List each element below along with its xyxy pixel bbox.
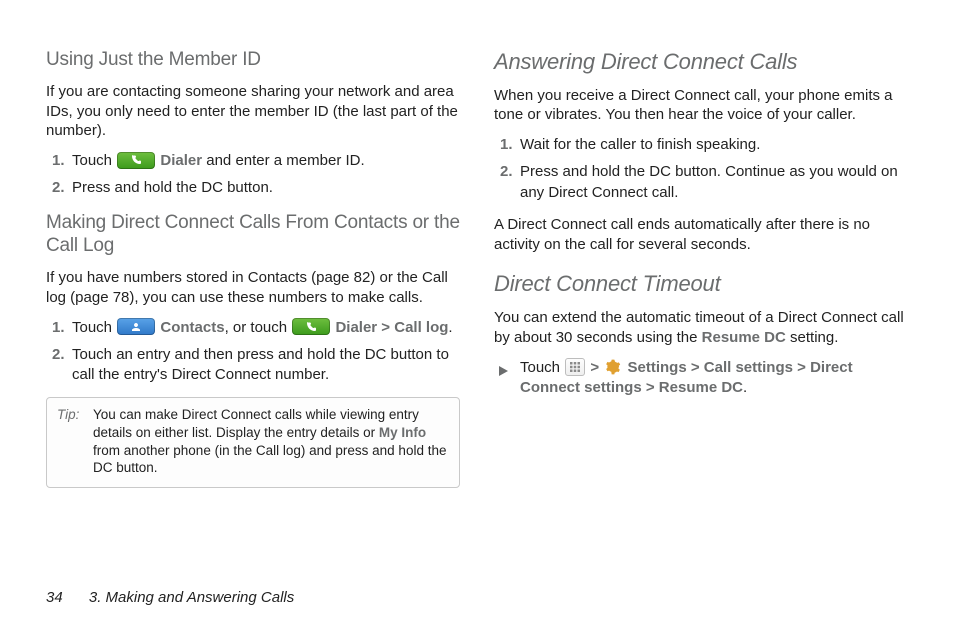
dialer-icon [292, 318, 330, 335]
contacts-label: Contacts [160, 319, 224, 336]
step-text: Touch [72, 152, 116, 169]
dialer-label: Dialer [160, 152, 202, 169]
heading-member-id: Using Just the Member ID [46, 48, 460, 72]
heading-timeout: Direct Connect Timeout [494, 270, 908, 298]
breadcrumb-separator: > [377, 319, 394, 336]
tip-body: You can make Direct Connect calls while … [93, 406, 449, 476]
step-text: Touch [520, 359, 564, 376]
para-answering-intro: When you receive a Direct Connect call, … [494, 86, 908, 126]
step-text: Touch [72, 319, 116, 336]
step-text-mid: , or touch [225, 319, 292, 336]
dialer-icon [117, 152, 155, 169]
call-settings-label: Call settings [704, 359, 793, 376]
para-from-contacts-intro: If you have numbers stored in Contacts (… [46, 268, 460, 308]
call-log-label: Call log [394, 319, 448, 336]
triangle-bullet-icon [499, 362, 508, 382]
step-timeout-path: Touch > Settings > Call settings > Direc… [494, 358, 908, 399]
steps-member-id: Touch Dialer and enter a member ID. Pres… [46, 151, 460, 199]
breadcrumb-separator: > [793, 359, 810, 376]
tip-text-b: from another phone (in the Call log) and… [93, 443, 446, 476]
page-footer: 34 3. Making and Answering Calls [46, 589, 294, 606]
para-text-b: setting. [786, 329, 839, 346]
page-columns: Using Just the Member ID If you are cont… [46, 48, 908, 568]
step-member-id-1: Touch Dialer and enter a member ID. [46, 151, 460, 171]
tip-box: Tip: You can make Direct Connect calls w… [46, 397, 460, 487]
apps-grid-icon [565, 358, 585, 376]
breadcrumb-separator: > [586, 359, 603, 376]
step-member-id-2: Press and hold the DC button. [46, 178, 460, 198]
para-answering-end: A Direct Connect call ends automatically… [494, 215, 908, 255]
tip-label: Tip: [57, 406, 87, 476]
chapter-title: 3. Making and Answering Calls [89, 589, 294, 606]
page-number: 34 [46, 589, 63, 606]
heading-answering: Answering Direct Connect Calls [494, 48, 908, 76]
contacts-icon [117, 318, 155, 335]
resume-dc-label: Resume DC [659, 379, 743, 396]
resume-dc-label: Resume DC [702, 329, 786, 346]
dialer-label: Dialer [335, 319, 377, 336]
step-contacts-1: Touch Contacts, or touch Dialer > Call l… [46, 318, 460, 338]
step-contacts-2: Touch an entry and then press and hold t… [46, 345, 460, 386]
breadcrumb-separator: > [642, 379, 659, 396]
step-answering-1: Wait for the caller to finish speaking. [494, 135, 908, 155]
para-member-id-intro: If you are contacting someone sharing yo… [46, 82, 460, 141]
step-text-dot: . [743, 379, 747, 396]
steps-from-contacts: Touch Contacts, or touch Dialer > Call l… [46, 318, 460, 386]
para-timeout-intro: You can extend the automatic timeout of … [494, 308, 908, 348]
settings-gear-icon [604, 358, 622, 376]
my-info-label: My Info [379, 425, 426, 440]
step-text-tail: and enter a member ID. [202, 152, 365, 169]
right-column: Answering Direct Connect Calls When you … [494, 48, 908, 568]
heading-from-contacts: Making Direct Connect Calls From Contact… [46, 211, 460, 259]
para-text-a: You can extend the automatic timeout of … [494, 309, 904, 346]
breadcrumb-separator: > [687, 359, 704, 376]
left-column: Using Just the Member ID If you are cont… [46, 48, 460, 568]
steps-answering: Wait for the caller to finish speaking. … [494, 135, 908, 203]
settings-label: Settings [627, 359, 686, 376]
tip-text-a: You can make Direct Connect calls while … [93, 407, 419, 440]
step-answering-2: Press and hold the DC button. Continue a… [494, 162, 908, 203]
step-text-dot: . [448, 319, 452, 336]
